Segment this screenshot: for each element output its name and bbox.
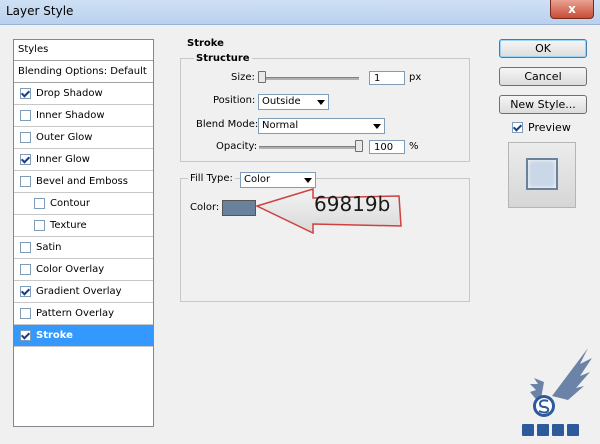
style-item[interactable]: Outer Glow bbox=[14, 127, 153, 149]
style-checkbox[interactable] bbox=[20, 286, 31, 297]
style-checkbox[interactable] bbox=[20, 110, 31, 121]
size-unit: px bbox=[409, 72, 422, 83]
opacity-slider-thumb[interactable] bbox=[355, 140, 363, 152]
chevron-down-icon bbox=[304, 178, 312, 183]
position-label: Position: bbox=[213, 95, 256, 106]
style-checkbox[interactable] bbox=[20, 264, 31, 275]
watermark-logo bbox=[522, 348, 592, 436]
fill-type-select[interactable]: Color bbox=[240, 172, 316, 188]
opacity-input[interactable]: 100 bbox=[369, 140, 405, 154]
style-item-label: Satin bbox=[36, 242, 62, 253]
stroke-section-title: Stroke bbox=[187, 38, 224, 49]
style-checkbox[interactable] bbox=[20, 242, 31, 253]
style-checkbox[interactable] bbox=[20, 176, 31, 187]
opacity-slider-track[interactable] bbox=[259, 146, 359, 149]
style-checkbox[interactable] bbox=[20, 154, 31, 165]
style-item-label: Inner Glow bbox=[36, 154, 90, 165]
title-bar: Layer Style x bbox=[0, 0, 600, 25]
style-item[interactable]: Inner Glow bbox=[14, 149, 153, 171]
style-checkbox[interactable] bbox=[34, 198, 45, 209]
style-item-label: Inner Shadow bbox=[36, 110, 105, 121]
chevron-down-icon bbox=[317, 100, 325, 105]
blend-mode-select[interactable]: Normal bbox=[258, 118, 385, 134]
style-item-label: Bevel and Emboss bbox=[36, 176, 128, 187]
style-item[interactable]: Inner Shadow bbox=[14, 105, 153, 127]
opacity-label: Opacity: bbox=[216, 141, 258, 152]
style-checkbox[interactable] bbox=[20, 308, 31, 319]
style-item-label: Outer Glow bbox=[36, 132, 93, 143]
style-item[interactable]: Bevel and Emboss bbox=[14, 171, 153, 193]
preview-label: Preview bbox=[528, 121, 571, 134]
style-checkbox[interactable] bbox=[20, 330, 31, 341]
position-select[interactable]: Outside bbox=[258, 94, 329, 110]
style-item[interactable]: Stroke bbox=[14, 325, 153, 347]
color-swatch[interactable] bbox=[222, 200, 256, 216]
preview-checkbox[interactable] bbox=[512, 122, 523, 133]
fill-type-value: Color bbox=[244, 174, 271, 185]
style-item[interactable]: Drop Shadow bbox=[14, 83, 153, 105]
blend-mode-value: Normal bbox=[262, 120, 299, 131]
structure-title: Structure bbox=[194, 53, 252, 64]
style-item-label: Gradient Overlay bbox=[36, 286, 122, 297]
chevron-down-icon bbox=[373, 124, 381, 129]
ok-button[interactable]: OK bbox=[499, 39, 587, 58]
preview-checkbox-row[interactable]: Preview bbox=[512, 121, 571, 134]
close-button[interactable]: x bbox=[550, 0, 594, 19]
style-item[interactable]: Color Overlay bbox=[14, 259, 153, 281]
styles-list: Styles Blending Options: Default Drop Sh… bbox=[13, 39, 154, 427]
style-item[interactable]: Satin bbox=[14, 237, 153, 259]
styles-header[interactable]: Styles bbox=[14, 40, 153, 61]
color-label: Color: bbox=[190, 202, 220, 213]
style-item-label: Stroke bbox=[36, 330, 73, 341]
blend-mode-label: Blend Mode: bbox=[196, 119, 259, 130]
style-item[interactable]: Texture bbox=[14, 215, 153, 237]
style-item[interactable]: Pattern Overlay bbox=[14, 303, 153, 325]
preview-swatch bbox=[526, 158, 558, 190]
blending-options-item[interactable]: Blending Options: Default bbox=[14, 61, 153, 83]
style-checkbox[interactable] bbox=[20, 88, 31, 99]
callout-text: 69819b bbox=[314, 192, 391, 216]
size-slider-thumb[interactable] bbox=[258, 71, 266, 83]
cancel-button[interactable]: Cancel bbox=[499, 67, 587, 86]
style-item-label: Contour bbox=[50, 198, 90, 209]
opacity-unit: % bbox=[409, 141, 419, 152]
fill-type-label: Fill Type: bbox=[188, 173, 235, 184]
close-icon: x bbox=[568, 2, 576, 16]
size-slider-track[interactable] bbox=[259, 77, 359, 80]
new-style-button[interactable]: New Style... bbox=[499, 95, 587, 114]
style-item-label: Color Overlay bbox=[36, 264, 105, 275]
style-item-label: Texture bbox=[50, 220, 87, 231]
style-checkbox[interactable] bbox=[34, 220, 45, 231]
style-item-label: Drop Shadow bbox=[36, 88, 103, 99]
style-checkbox[interactable] bbox=[20, 132, 31, 143]
style-item-label: Pattern Overlay bbox=[36, 308, 115, 319]
position-value: Outside bbox=[262, 96, 301, 107]
size-label: Size: bbox=[231, 72, 255, 83]
window-title: Layer Style bbox=[6, 4, 74, 18]
style-item[interactable]: Gradient Overlay bbox=[14, 281, 153, 303]
style-preview bbox=[508, 142, 576, 208]
style-item[interactable]: Contour bbox=[14, 193, 153, 215]
size-input[interactable]: 1 bbox=[369, 71, 405, 85]
